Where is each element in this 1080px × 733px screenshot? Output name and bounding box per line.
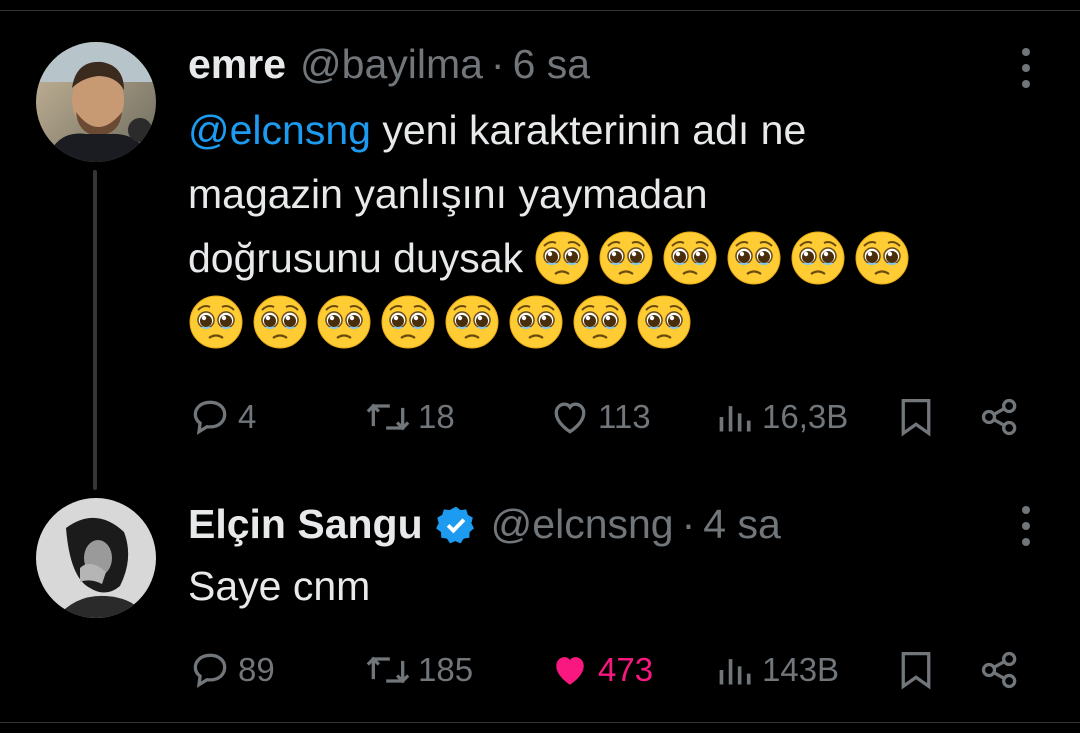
pleading-face-emoji	[316, 294, 372, 350]
separator-dot: ·	[681, 501, 696, 547]
retweet-icon	[366, 403, 410, 431]
share-icon	[981, 651, 1017, 689]
tweet2-text: Saye cnm	[188, 563, 371, 609]
bookmark-icon	[901, 399, 931, 437]
pleading-face-emoji	[508, 294, 564, 350]
pleading-face-emoji	[188, 294, 244, 350]
like-count: 473	[598, 651, 654, 688]
pleading-face-emoji	[636, 294, 692, 350]
views-count: 143B	[762, 651, 840, 688]
like-button[interactable]: 113	[548, 392, 651, 442]
pleading-face-emoji	[598, 230, 654, 286]
author-handle[interactable]: @bayilma	[300, 40, 483, 88]
pleading-face-emoji	[572, 294, 628, 350]
share-button[interactable]	[978, 645, 1022, 695]
reply-icon	[193, 400, 227, 435]
author-name[interactable]: emre	[188, 40, 286, 88]
more-options-icon[interactable]	[1020, 48, 1032, 88]
views-button[interactable]: 143B	[716, 645, 839, 695]
author-handle[interactable]: @elcnsng	[491, 500, 674, 548]
bookmark-button[interactable]	[896, 392, 936, 442]
pleading-face-emoji	[444, 294, 500, 350]
emoji-group	[188, 290, 1048, 354]
pleading-face-emoji	[534, 230, 590, 286]
emoji-group	[534, 231, 918, 285]
pleading-face-emoji	[854, 230, 910, 286]
tweet2-header: Elçin Sangu @elcnsng · 4 sa	[188, 496, 781, 548]
bookmark-icon	[901, 652, 931, 690]
pleading-face-emoji	[252, 294, 308, 350]
retweet-button[interactable]: 18	[364, 392, 455, 442]
like-count: 113	[598, 398, 651, 435]
views-icon	[719, 659, 751, 685]
timestamp[interactable]: 4 sa	[703, 500, 781, 548]
retweet-count: 18	[418, 398, 455, 435]
reply-count: 89	[238, 651, 275, 688]
retweet-icon	[366, 656, 410, 684]
mention-link[interactable]: @elcnsng	[188, 107, 371, 153]
reply-button[interactable]: 89	[188, 645, 275, 695]
reply-count: 4	[238, 398, 257, 435]
pleading-face-emoji	[662, 230, 718, 286]
like-button[interactable]: 473	[548, 645, 653, 695]
separator-dot: ·	[490, 41, 505, 87]
views-button[interactable]: 16,3B	[716, 392, 848, 442]
tweet1-text: @elcnsng yeni karakterinin adı ne magazi…	[188, 98, 1048, 354]
timestamp[interactable]: 6 sa	[513, 40, 591, 88]
pleading-face-emoji	[726, 230, 782, 286]
views-icon	[719, 406, 751, 432]
retweet-count: 185	[418, 651, 474, 688]
pleading-face-emoji	[380, 294, 436, 350]
verified-badge-icon	[435, 504, 477, 546]
text-line2: magazin yanlışını yaymadan	[188, 171, 708, 217]
tweet1-actions: 4 18 113 16,3B	[188, 392, 1028, 442]
tweet2-actions: 89 185 473 143B	[188, 645, 1028, 695]
heart-icon	[554, 402, 586, 434]
views-count: 16,3B	[762, 398, 849, 435]
tweet1-header: emre @bayilma · 6 sa	[188, 40, 590, 88]
text-line3: doğrusunu duysak	[188, 235, 524, 281]
share-icon	[981, 398, 1017, 436]
pleading-face-emoji	[790, 230, 846, 286]
more-options-icon[interactable]	[1020, 506, 1032, 546]
top-divider	[0, 10, 1080, 11]
bookmark-button[interactable]	[896, 645, 936, 695]
reply-icon	[193, 653, 227, 688]
avatar-emre[interactable]	[36, 42, 156, 162]
heart-filled-icon	[556, 657, 584, 685]
thread-connector-line	[93, 170, 97, 490]
avatar-elcin-sangu[interactable]	[36, 498, 156, 618]
text-line1: yeni karakterinin adı ne	[370, 107, 807, 153]
share-button[interactable]	[978, 392, 1022, 442]
author-name[interactable]: Elçin Sangu	[188, 500, 423, 548]
bottom-divider	[0, 722, 1080, 723]
reply-button[interactable]: 4	[188, 392, 256, 442]
retweet-button[interactable]: 185	[364, 645, 473, 695]
